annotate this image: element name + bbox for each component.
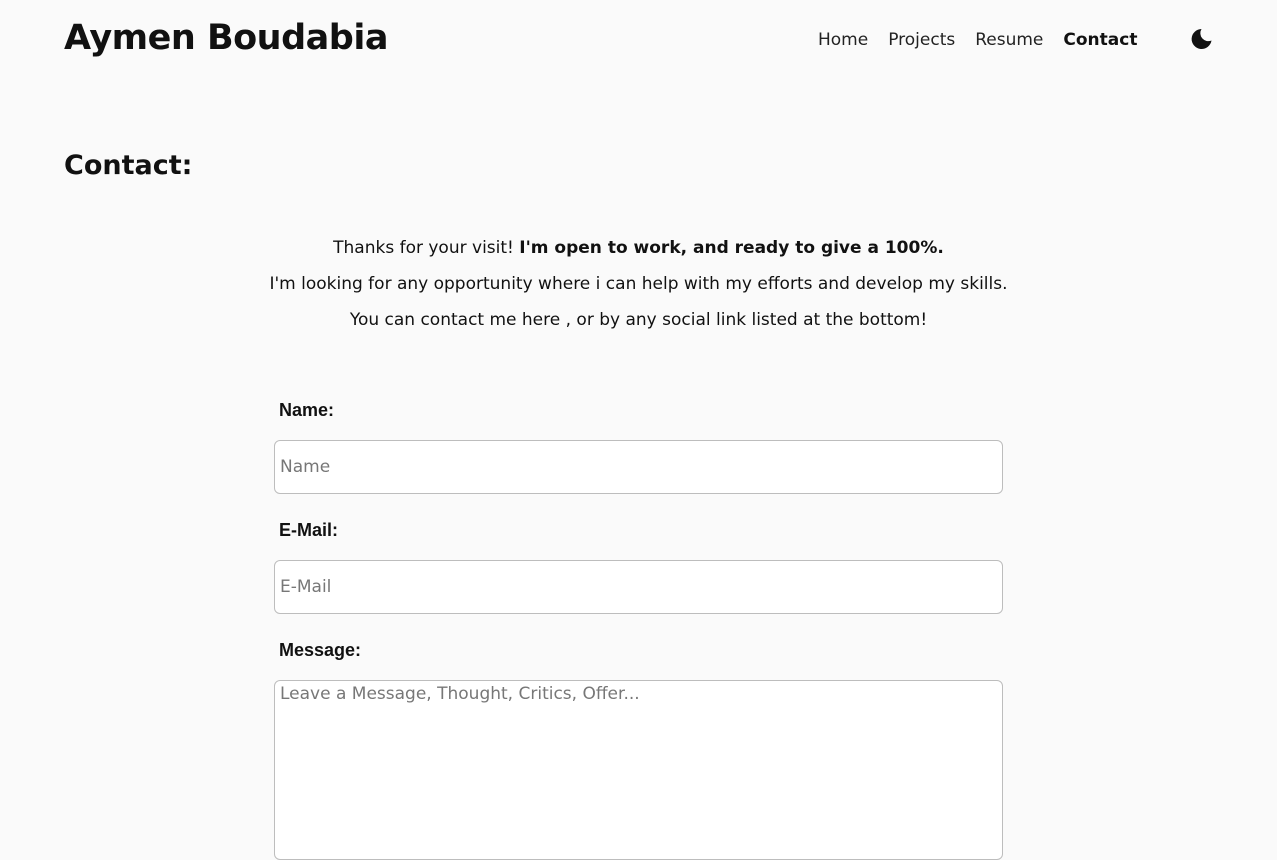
contact-intro: Thanks for your visit! I'm open to work,… bbox=[0, 230, 1277, 338]
intro-thanks-text: Thanks for your visit! bbox=[333, 238, 520, 258]
main-nav: Home Projects Resume Contact bbox=[818, 30, 1137, 50]
nav-resume-link[interactable]: Resume bbox=[975, 30, 1043, 50]
nav-home-link[interactable]: Home bbox=[818, 30, 868, 50]
theme-toggle-button[interactable] bbox=[1188, 26, 1214, 52]
email-label: E-Mail: bbox=[279, 520, 339, 540]
message-textarea[interactable] bbox=[274, 680, 1003, 860]
intro-line-1: Thanks for your visit! I'm open to work,… bbox=[0, 230, 1277, 266]
name-label: Name: bbox=[279, 400, 335, 420]
nav-contact-link[interactable]: Contact bbox=[1063, 30, 1137, 50]
moon-icon bbox=[1191, 29, 1212, 49]
email-input[interactable] bbox=[274, 560, 1003, 614]
contact-form: Name: E-Mail: Message: bbox=[274, 396, 1003, 860]
message-label: Message: bbox=[279, 640, 362, 660]
intro-line-3: You can contact me here , or by any soci… bbox=[349, 310, 928, 330]
name-input[interactable] bbox=[274, 440, 1003, 494]
site-header: Aymen Boudabia Home Projects Resume Cont… bbox=[0, 0, 1277, 82]
site-title[interactable]: Aymen Boudabia bbox=[64, 18, 388, 58]
intro-open-to-work-text: I'm open to work, and ready to give a 10… bbox=[519, 238, 944, 258]
nav-projects-link[interactable]: Projects bbox=[888, 30, 955, 50]
page-title: Contact: bbox=[64, 150, 193, 181]
intro-line-2: I'm looking for any opportunity where i … bbox=[269, 274, 1008, 294]
